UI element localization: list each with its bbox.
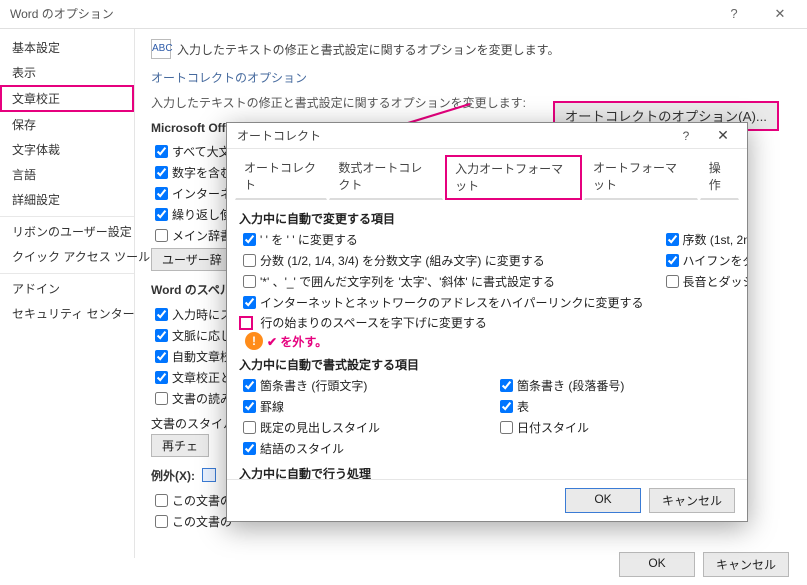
sidebar-item-addins[interactable]: アドイン — [0, 273, 134, 301]
sidebar-item-language[interactable]: 言語 — [0, 162, 134, 187]
highlighted-checkbox[interactable] — [239, 316, 253, 330]
group-apply: 箇条書き (行頭文字) 罫線 既定の見出しスタイル 結語のスタイル 箇条書き (… — [239, 375, 735, 459]
ac-cancel-button[interactable]: キャンセル — [649, 488, 735, 513]
ac-title: オートコレクト — [237, 127, 669, 144]
options-title: Word のオプション — [10, 0, 711, 28]
user-dictionary-button[interactable]: ユーザー辞 — [151, 248, 233, 271]
document-icon — [202, 468, 216, 482]
sidebar-item-proofing[interactable]: 文章校正 — [0, 85, 134, 112]
group-apply-title: 入力中に自動で書式設定する項目 — [239, 356, 735, 373]
sidebar-item-display[interactable]: 表示 — [0, 60, 134, 85]
ac-tabs: オートコレクト 数式オートコレクト 入力オートフォーマット オートフォーマット … — [227, 149, 747, 200]
g1-r1[interactable]: ハイフンをダッシュに変更する — [662, 250, 747, 271]
g1-r2[interactable]: 長音とダッシュを正しく使い分ける — [662, 271, 747, 292]
options-titlebar: Word のオプション ? ✕ — [0, 0, 807, 28]
g2-r2[interactable]: 日付スタイル — [496, 417, 735, 438]
g2-l0[interactable]: 箇条書き (行頭文字) — [239, 375, 478, 396]
ac-body: 入力中に自動で変更する項目 ' ' を ' ' に変更する 分数 (1/2, 1… — [227, 200, 747, 479]
g2-l3[interactable]: 結語のスタイル — [239, 438, 478, 459]
g2-r1[interactable]: 表 — [496, 396, 735, 417]
annotation-badge-icon: ! — [245, 332, 263, 350]
sidebar-item-basic[interactable]: 基本設定 — [0, 35, 134, 60]
g1-l1[interactable]: 分数 (1/2, 1/4, 3/4) を分数文字 (組み文字) に変更する — [239, 250, 644, 271]
tab-math-autocorrect[interactable]: 数式オートコレクト — [329, 155, 443, 200]
proofing-icon: ABC — [151, 39, 171, 59]
help-icon[interactable]: ? — [711, 0, 757, 28]
sidebar-item-trust[interactable]: セキュリティ センター — [0, 301, 134, 326]
sidebar-item-typography[interactable]: 文字体裁 — [0, 137, 134, 162]
options-sidebar: 基本設定 表示 文章校正 保存 文字体裁 言語 詳細設定 リボンのユーザー設定 … — [0, 29, 135, 558]
g1-highlight-label: 行の始まりのスペースを字下げに変更する — [260, 316, 487, 330]
g2-l1[interactable]: 罫線 — [239, 396, 478, 417]
annotation-uncheck: ! ✔ を外す。 — [245, 332, 327, 350]
options-footer: OK キャンセル — [619, 552, 789, 577]
tab-autocorrect[interactable]: オートコレクト — [235, 155, 327, 200]
g1-l3[interactable]: インターネットとネットワークのアドレスをハイパーリンクに変更する — [239, 292, 644, 313]
sidebar-item-save[interactable]: 保存 — [0, 112, 134, 137]
close-icon[interactable]: ✕ — [757, 0, 803, 28]
ac-footer: OK キャンセル — [227, 479, 747, 521]
g1-l2[interactable]: '*' 、'_' で囲んだ文字列を '太字'、'斜体' に書式設定する — [239, 271, 644, 292]
tab-actions[interactable]: 操作 — [700, 155, 739, 200]
group-replace-title: 入力中に自動で変更する項目 — [239, 210, 735, 227]
sidebar-item-qat[interactable]: クイック アクセス ツール バー — [0, 244, 134, 269]
main-heading: ABC 入力したテキストの修正と書式設定に関するオプションを変更します。 — [151, 39, 797, 59]
sidebar-item-advanced[interactable]: 詳細設定 — [0, 187, 134, 212]
ac-titlebar: オートコレクト ? ✕ — [227, 123, 747, 149]
tab-autoformat[interactable]: オートフォーマット — [584, 155, 698, 200]
g1-highlight-row[interactable]: 行の始まりのスペースを字下げに変更する — [239, 313, 644, 332]
g1-r0[interactable]: 序数 (1st, 2nd, 3rd, ...) を上付き文字に変更する — [662, 229, 747, 250]
autocorrect-dialog: オートコレクト ? ✕ オートコレクト 数式オートコレクト 入力オートフォーマッ… — [226, 122, 748, 522]
section-autocorrect-title: オートコレクトのオプション — [151, 69, 797, 86]
options-ok-button[interactable]: OK — [619, 552, 695, 577]
tab-autoformat-typing[interactable]: 入力オートフォーマット — [445, 155, 582, 200]
ac-ok-button[interactable]: OK — [565, 488, 641, 513]
group-auto-title: 入力中に自動で行う処理 — [239, 465, 735, 479]
main-heading-text: 入力したテキストの修正と書式設定に関するオプションを変更します。 — [177, 41, 559, 58]
sidebar-item-ribbon[interactable]: リボンのユーザー設定 — [0, 216, 134, 244]
g2-l2[interactable]: 既定の見出しスタイル — [239, 417, 478, 438]
close-icon[interactable]: ✕ — [703, 127, 743, 144]
g2-r0[interactable]: 箇条書き (段落番号) — [496, 375, 735, 396]
options-cancel-button[interactable]: キャンセル — [703, 552, 789, 577]
g1-l0[interactable]: ' ' を ' ' に変更する — [239, 229, 644, 250]
recheck-button[interactable]: 再チェ — [151, 434, 209, 457]
help-icon[interactable]: ? — [669, 129, 703, 143]
group-replace: ' ' を ' ' に変更する 分数 (1/2, 1/4, 3/4) を分数文字… — [239, 229, 735, 350]
